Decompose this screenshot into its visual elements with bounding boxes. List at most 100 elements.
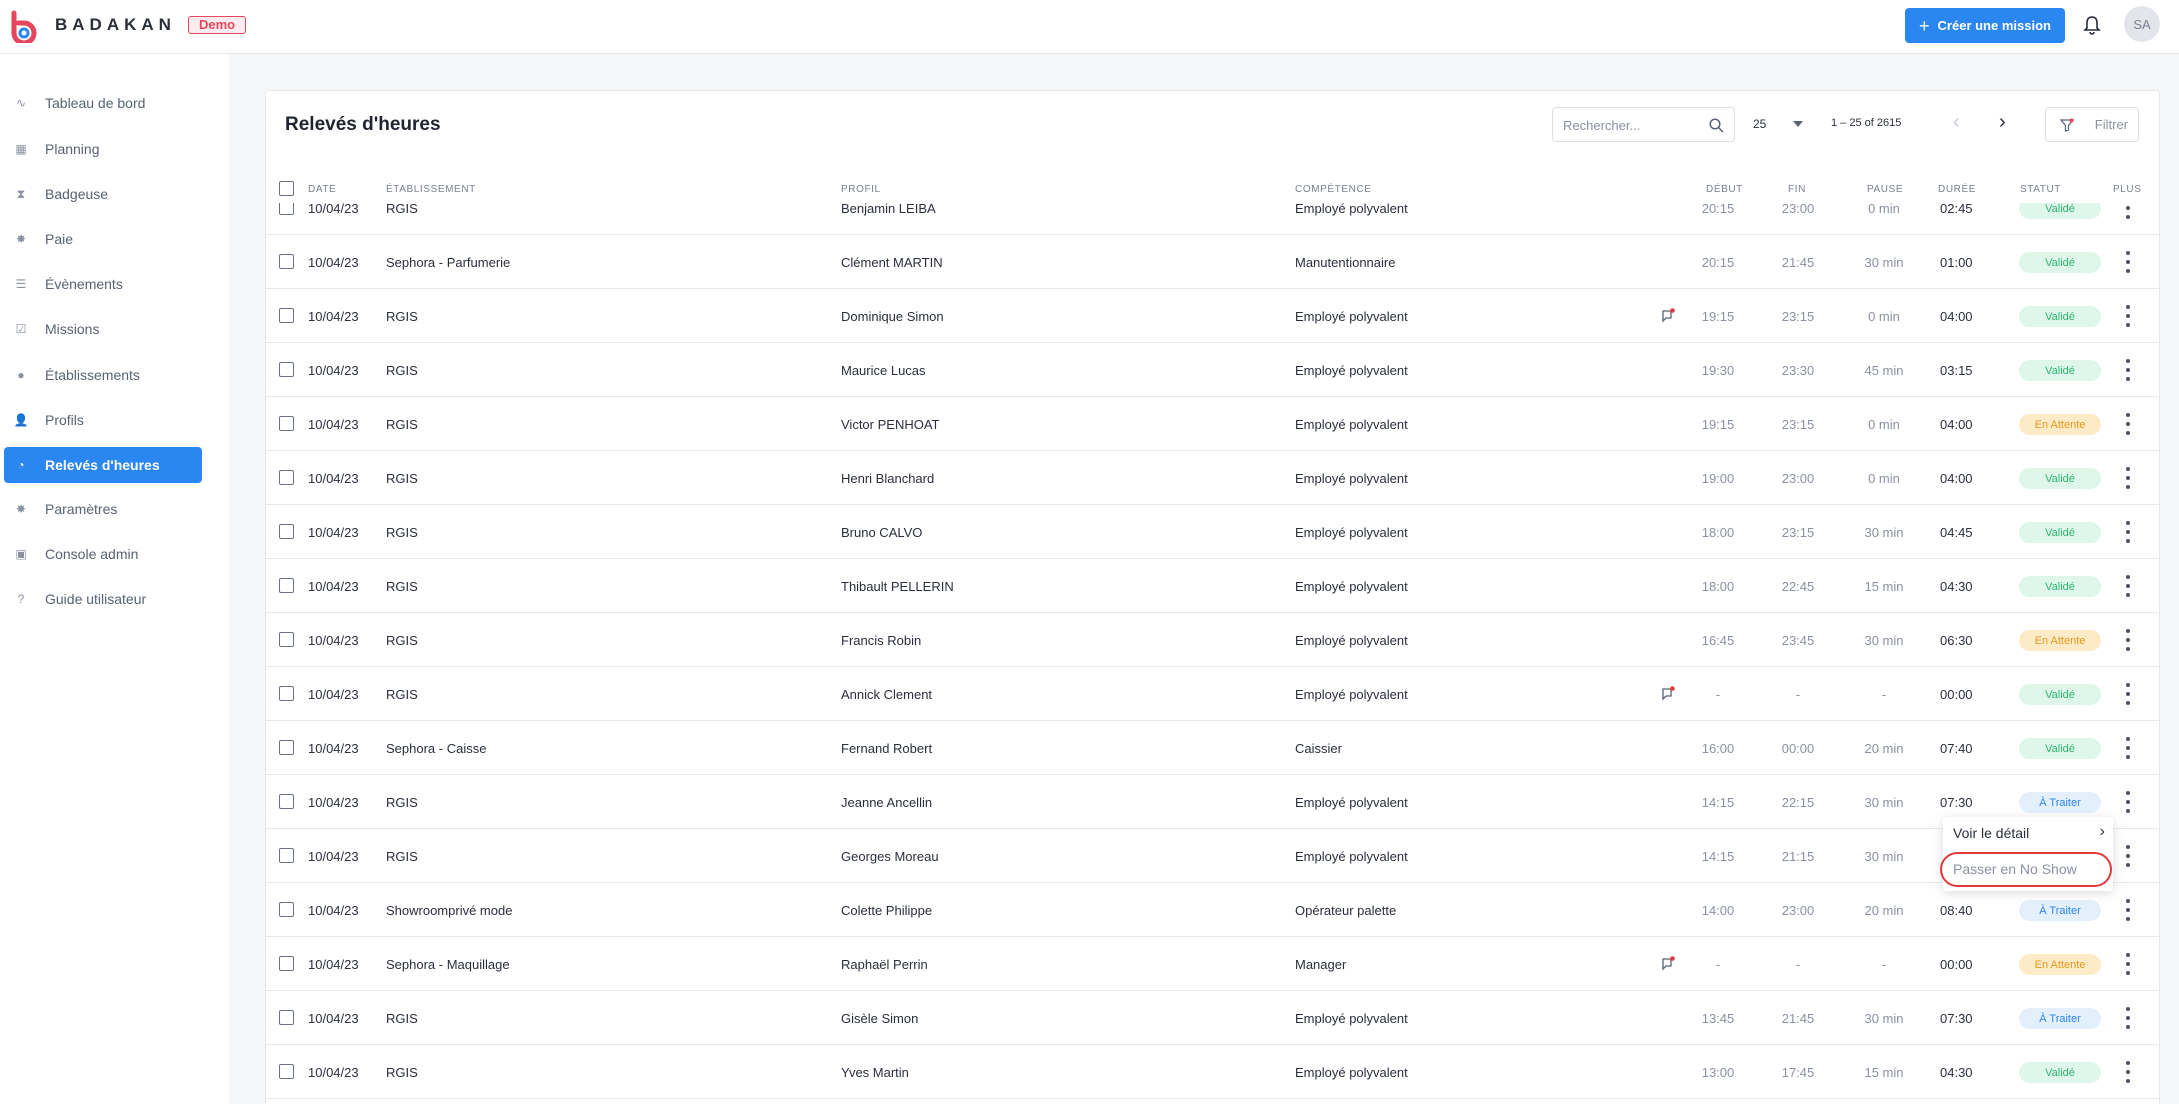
row-checkbox[interactable] <box>279 686 294 701</box>
more-options-icon[interactable] <box>2124 359 2132 381</box>
more-options-icon[interactable] <box>2124 413 2132 435</box>
comment-icon[interactable] <box>1660 307 1676 323</box>
row-checkbox[interactable] <box>279 578 294 593</box>
sidebar-item-10[interactable]: ▣ Console admin <box>4 536 202 572</box>
sidebar-item-8[interactable]: ◔ Relevés d'heures <box>4 447 202 483</box>
row-etablissement: RGIS <box>386 471 418 486</box>
row-checkbox[interactable] <box>279 524 294 539</box>
filter-button[interactable]: Filtrer <box>2045 107 2139 142</box>
sidebar-item-0[interactable]: ∿ Tableau de bord <box>4 85 202 121</box>
more-options-icon[interactable] <box>2124 1007 2132 1029</box>
more-options-icon[interactable] <box>2124 305 2132 327</box>
row-checkbox[interactable] <box>279 362 294 377</box>
table-row[interactable]: 10/04/23 Showroomprivé mode Colette Philip… <box>266 883 2159 937</box>
row-profil: Thibault PELLERIN <box>841 579 954 594</box>
bell-icon[interactable] <box>2082 15 2102 35</box>
sidebar-item-3[interactable]: ✸ Paie <box>4 221 202 257</box>
row-checkbox[interactable] <box>279 740 294 755</box>
menu-item-detail[interactable]: Voir le détail <box>1953 825 2029 841</box>
col-date[interactable]: DATE <box>308 184 336 195</box>
row-date: 10/04/23 <box>308 849 359 864</box>
more-options-icon[interactable] <box>2124 899 2132 921</box>
col-debut[interactable]: DÉBUT <box>1706 184 1743 195</box>
table-row[interactable]: 10/04/23 RGIS Henri Blanchard Employé polyv… <box>266 451 2159 505</box>
row-checkbox[interactable] <box>279 470 294 485</box>
table-row[interactable]: 10/04/23 RGIS Benjamin LEIBA Employé polyva… <box>266 203 2159 235</box>
col-competence[interactable]: COMPÉTENCE <box>1295 184 1372 195</box>
col-fin[interactable]: FIN <box>1788 184 1806 195</box>
row-checkbox[interactable] <box>279 203 294 215</box>
sidebar-item-label: Guide utilisateur <box>45 591 147 607</box>
row-checkbox[interactable] <box>279 308 294 323</box>
search-input[interactable]: Rechercher... <box>1552 107 1735 142</box>
col-profil[interactable]: PROFIL <box>841 184 881 195</box>
table-row[interactable]: 10/04/23 RGIS Maurice Lucas Employé polyval… <box>266 343 2159 397</box>
comment-icon[interactable] <box>1660 955 1676 971</box>
table-row[interactable]: 10/04/23 RGIS Francis Robin Employé polyval… <box>266 613 2159 667</box>
row-checkbox[interactable] <box>279 902 294 917</box>
table-row[interactable]: 10/04/23 RGIS Thibault PELLERIN Employé pol… <box>266 559 2159 613</box>
sidebar-item-2[interactable]: ⧗ Badgeuse <box>4 176 202 212</box>
row-checkbox[interactable] <box>279 848 294 863</box>
sidebar-item-6[interactable]: ● Établissements <box>4 357 202 393</box>
sidebar-item-4[interactable]: ☰ Évènements <box>4 266 202 302</box>
table-row[interactable]: 10/04/23 Sephora - Parfumerie Clément MART… <box>266 235 2159 289</box>
row-competence: Employé polyvalent <box>1295 1065 1408 1080</box>
table-row[interactable]: 10/04/23 RGIS Annick Clement Employé polyva… <box>266 667 2159 721</box>
more-options-icon[interactable] <box>2124 203 2132 219</box>
sidebar-item-7[interactable]: 👤 Profils <box>4 402 202 438</box>
user-avatar[interactable]: SA <box>2124 6 2160 42</box>
more-options-icon[interactable] <box>2124 521 2132 543</box>
more-options-icon[interactable] <box>2124 629 2132 651</box>
sidebar-item-5[interactable]: ☑ Missions <box>4 311 202 347</box>
users-icon: 👤 <box>13 413 29 427</box>
more-options-icon[interactable] <box>2124 467 2132 489</box>
row-debut: 19:15 <box>1701 417 1735 432</box>
row-checkbox[interactable] <box>279 1064 294 1079</box>
sidebar-item-label: Planning <box>45 141 100 157</box>
table-row[interactable]: 10/04/23 Sephora - Caisse Fernand Robert Ca… <box>266 721 2159 775</box>
table-row[interactable]: 10/04/23 RGIS Gisèle Simon Employé polyvale… <box>266 991 2159 1045</box>
row-checkbox[interactable] <box>279 416 294 431</box>
status-badge: En Attente <box>2019 630 2101 651</box>
table-row[interactable]: 10/04/23 RGIS Georges Moreau Employé polyva… <box>266 829 2159 883</box>
row-checkbox[interactable] <box>279 956 294 971</box>
sidebar-item-1[interactable]: ▦ Planning <box>4 131 202 167</box>
more-options-icon[interactable] <box>2124 1061 2132 1083</box>
table-row[interactable]: 10/04/23 Sephora - Maquillage Raphaël Perr… <box>266 937 2159 991</box>
comment-icon[interactable] <box>1660 685 1676 701</box>
badakan-logo-icon[interactable] <box>8 9 40 43</box>
row-checkbox[interactable] <box>279 794 294 809</box>
per-page-select[interactable]: 25 <box>1753 117 1803 137</box>
row-competence: Employé polyvalent <box>1295 309 1408 324</box>
row-pause: 0 min <box>1868 417 1900 432</box>
sidebar-item-11[interactable]: ? Guide utilisateur <box>4 581 202 617</box>
table-row[interactable]: 10/04/23 RGIS Victor PENHOAT Employé polyva… <box>266 397 2159 451</box>
row-checkbox[interactable] <box>279 1010 294 1025</box>
table-row[interactable]: 10/04/23 RGIS Dominique Simon Employé polyv… <box>266 289 2159 343</box>
col-statut[interactable]: STATUT <box>2020 184 2061 195</box>
more-options-icon[interactable] <box>2124 575 2132 597</box>
select-all-checkbox[interactable] <box>279 181 294 196</box>
col-duree[interactable]: DURÉE <box>1938 184 1976 195</box>
sidebar-item-9[interactable]: ✸ Paramètres <box>4 491 202 527</box>
more-options-icon[interactable] <box>2124 845 2132 867</box>
more-options-icon[interactable] <box>2124 953 2132 975</box>
col-etablissement[interactable]: ÉTABLISSEMENT <box>386 184 476 195</box>
more-options-icon[interactable] <box>2124 683 2132 705</box>
row-duree: 04:00 <box>1940 309 1973 324</box>
table-row[interactable]: 10/04/23 RGIS Yves Martin Employé polyvalen… <box>266 1045 2159 1099</box>
table-row[interactable]: 10/04/23 RGIS Jeanne Ancellin Employé polyv… <box>266 775 2159 829</box>
create-mission-button[interactable]: + Créer une mission <box>1905 8 2065 43</box>
col-pause[interactable]: PAUSE <box>1867 184 1903 195</box>
more-options-icon[interactable] <box>2124 791 2132 813</box>
more-options-icon[interactable] <box>2124 737 2132 759</box>
row-checkbox[interactable] <box>279 254 294 269</box>
table-row[interactable]: 10/04/23 RGIS Bruno CALVO Employé polyvalen… <box>266 505 2159 559</box>
row-duree: 04:30 <box>1940 579 1973 594</box>
next-page-button[interactable]: › <box>1999 111 2006 134</box>
more-options-icon[interactable] <box>2124 251 2132 273</box>
row-checkbox[interactable] <box>279 632 294 647</box>
hourglass-icon: ⧗ <box>16 186 26 201</box>
previous-page-button[interactable]: ‹ <box>1953 111 1960 134</box>
